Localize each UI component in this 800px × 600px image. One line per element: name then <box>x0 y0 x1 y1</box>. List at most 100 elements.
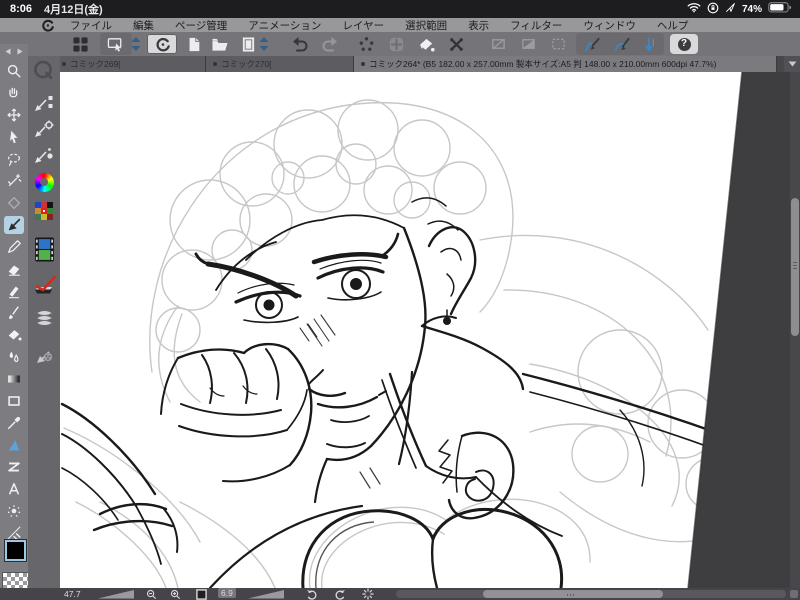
reset-rotation-button[interactable] <box>362 588 374 600</box>
tool-fill[interactable] <box>4 326 24 344</box>
fit-screen-button[interactable] <box>196 588 207 600</box>
dock-tool-property[interactable] <box>31 116 57 142</box>
vertical-scrollbar[interactable] <box>790 72 800 588</box>
canvas-viewport[interactable] <box>60 71 790 590</box>
rotate-angle-value: 6.9 <box>218 588 236 598</box>
dock-brush-size[interactable] <box>31 142 57 168</box>
dock-color-set[interactable] <box>31 198 57 224</box>
tool-marker[interactable] <box>4 282 24 300</box>
clip-studio-start-button[interactable] <box>147 34 177 54</box>
tool-frame-border[interactable] <box>4 392 24 410</box>
menu-edit[interactable]: 編集 <box>133 18 154 33</box>
tool-figure[interactable] <box>4 436 24 454</box>
brush-size-icon <box>35 148 53 163</box>
collapse-left-icon <box>5 48 11 54</box>
blend-drops-icon <box>9 351 19 363</box>
new-file-button[interactable] <box>182 34 206 54</box>
pan-pad-button[interactable] <box>384 34 408 54</box>
zoom-out-button[interactable] <box>146 588 157 600</box>
canvas-stepper[interactable] <box>128 34 144 54</box>
bucket-icon <box>8 330 22 341</box>
menu-layer[interactable]: レイヤー <box>342 18 384 33</box>
menu-page-manage[interactable]: ページ管理 <box>175 18 227 33</box>
tab-comic-264-active[interactable]: コミック264* (B5 182.00 x 257.00mm 製本サイズ:A5 … <box>354 56 777 72</box>
fill-bucket-button[interactable] <box>414 34 438 54</box>
battery-percent: 74% <box>741 3 762 15</box>
tool-text[interactable] <box>4 480 24 498</box>
document-tab-bar: コミック269[ コミック270[ コミック264* (B5 182.00 x … <box>55 56 800 72</box>
tool-panel[interactable] <box>4 458 24 476</box>
menu-window[interactable]: ウィンドウ <box>583 18 636 33</box>
scrollbar-corner[interactable] <box>790 590 798 598</box>
tool-lasso[interactable] <box>4 150 24 168</box>
tool-pencil[interactable] <box>4 238 24 256</box>
tool-auto-select[interactable] <box>4 172 24 190</box>
dock-sub-tool[interactable] <box>31 90 57 116</box>
tool-palette <box>0 44 57 589</box>
dock-material[interactable] <box>31 306 57 332</box>
decoration-pen-icon <box>36 351 52 363</box>
selection-dashed-button[interactable] <box>546 34 570 54</box>
gradient-icon <box>8 375 20 383</box>
tool-blend[interactable] <box>4 348 24 366</box>
dock-color-wheel[interactable] <box>31 169 57 195</box>
menu-help[interactable]: ヘルプ <box>657 18 689 33</box>
help-glyph: ? <box>680 38 688 49</box>
collapse-right-icon <box>17 48 23 54</box>
stroke-direction-button[interactable] <box>640 34 658 54</box>
zoom-out-icon <box>146 589 157 599</box>
horizontal-scrollbar[interactable] <box>396 590 786 598</box>
layer-half-button[interactable] <box>516 34 540 54</box>
tool-eraser[interactable] <box>4 260 24 278</box>
tool-operate[interactable] <box>4 128 24 146</box>
tool-gradient[interactable] <box>4 370 24 388</box>
dock-quick-launch[interactable] <box>31 58 57 84</box>
tool-zoom[interactable] <box>4 62 24 80</box>
display-cast-button[interactable] <box>104 34 128 54</box>
tool-spray[interactable] <box>4 502 24 520</box>
pen-icon <box>8 218 21 231</box>
touch-gesture-button[interactable] <box>354 34 378 54</box>
tab-overflow-button[interactable] <box>784 56 800 72</box>
tool-frame[interactable] <box>4 194 24 212</box>
sub-tool-icon <box>35 96 53 111</box>
tab-comic-269[interactable]: コミック269[ <box>55 56 206 72</box>
tool-pen-selected[interactable] <box>4 216 24 234</box>
rotate-slider[interactable] <box>248 588 284 600</box>
dock-decoration[interactable] <box>31 342 57 368</box>
help-button[interactable]: ? <box>670 34 698 54</box>
page-stepper[interactable] <box>256 34 272 54</box>
auto-action-icon <box>34 275 56 294</box>
rotate-left-button[interactable] <box>306 588 318 600</box>
menu-selection[interactable]: 選択範囲 <box>405 18 447 33</box>
rotate-right-button[interactable] <box>334 588 346 600</box>
vector-curve-pen-button[interactable] <box>610 34 634 54</box>
menu-animation[interactable]: アニメーション <box>248 18 321 33</box>
apps-grid-button[interactable] <box>68 34 92 54</box>
dock-auto-action[interactable] <box>31 272 57 298</box>
tool-brush[interactable] <box>4 304 24 322</box>
clip-studio-logo-icon[interactable] <box>40 19 58 32</box>
tool-palette-header[interactable] <box>0 46 28 56</box>
zoom-in-button[interactable] <box>170 588 181 600</box>
menu-view[interactable]: 表示 <box>468 18 489 33</box>
redo-button[interactable] <box>318 34 342 54</box>
vertical-scrollbar-thumb[interactable] <box>791 198 799 336</box>
vector-line-pen-button[interactable] <box>580 34 604 54</box>
tab-comic-270[interactable]: コミック270[ <box>206 56 354 72</box>
tool-move[interactable] <box>4 106 24 124</box>
layer-blocked-button[interactable] <box>486 34 510 54</box>
horizontal-scrollbar-thumb[interactable] <box>483 590 663 598</box>
pasteboard-area <box>688 72 790 588</box>
dock-timeline[interactable] <box>31 236 57 262</box>
menu-file[interactable]: ファイル <box>70 18 112 33</box>
tool-eyedropper[interactable] <box>4 414 24 432</box>
tool-hand[interactable] <box>4 84 24 102</box>
open-file-button[interactable] <box>208 34 232 54</box>
ink-layer <box>60 197 745 590</box>
menu-filter[interactable]: フィルター <box>510 18 562 33</box>
undo-button[interactable] <box>288 34 312 54</box>
transform-button[interactable] <box>444 34 468 54</box>
foreground-color-swatch[interactable] <box>5 540 26 561</box>
zoom-slider[interactable] <box>98 588 134 600</box>
